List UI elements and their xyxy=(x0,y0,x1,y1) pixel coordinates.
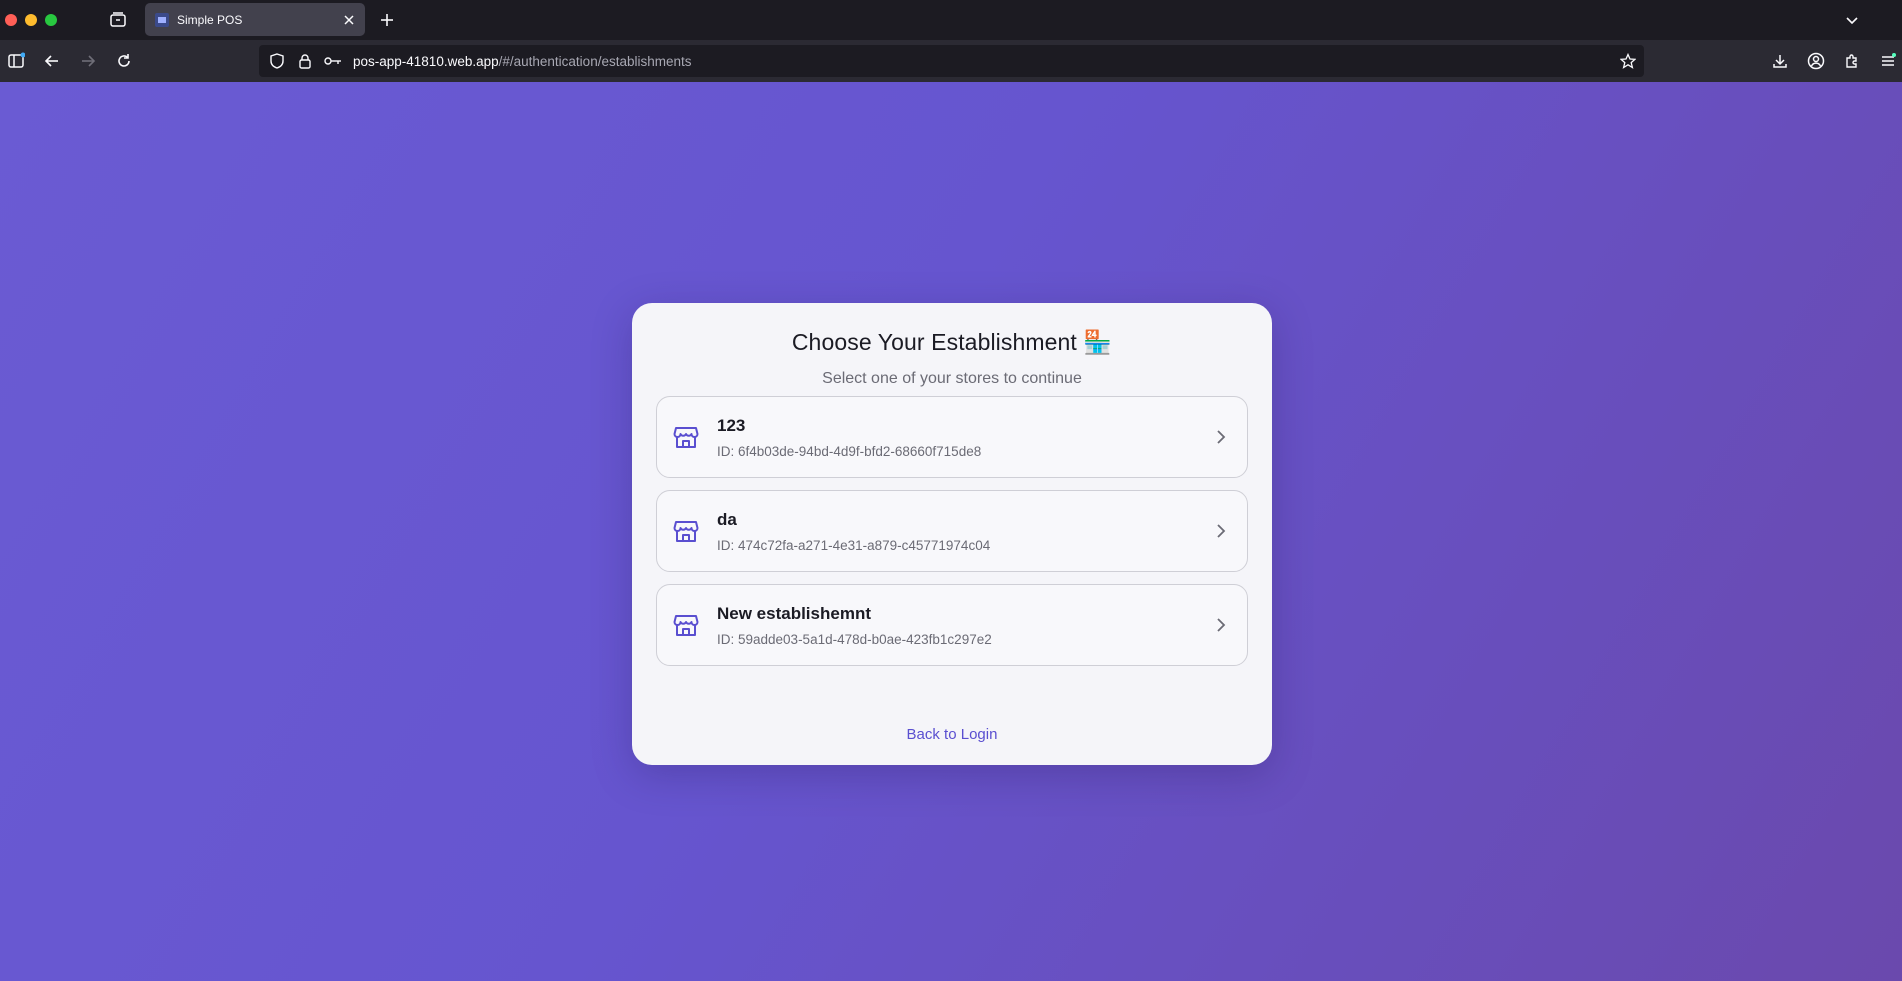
establishment-item[interactable]: New establishemnt ID: 59adde03-5a1d-478d… xyxy=(656,584,1248,666)
establishment-name: New establishemnt xyxy=(717,604,871,623)
downloads-icon[interactable] xyxy=(1768,49,1792,73)
bookmark-star-icon[interactable] xyxy=(1618,51,1638,71)
url-text[interactable]: pos-app-41810.web.app/#/authentication/e… xyxy=(353,54,692,69)
store-icon xyxy=(673,612,699,638)
url-path: /#/authentication/establishments xyxy=(498,53,692,69)
tracking-protection-shield-icon[interactable] xyxy=(267,51,287,71)
favicon-icon xyxy=(155,12,169,27)
url-host: pos-app-41810.web.app xyxy=(353,53,499,69)
sidebar-toggle-icon[interactable] xyxy=(4,49,28,73)
establishment-item[interactable]: 123 ID: 6f4b03de-94bd-4d9f-bfd2-68660f71… xyxy=(656,396,1248,478)
forward-arrow-icon[interactable] xyxy=(76,49,100,73)
establishment-item[interactable]: da ID: 474c72fa-a271-4e31-a879-c45771974… xyxy=(656,490,1248,572)
lock-icon[interactable] xyxy=(295,51,315,71)
browser-tab-strip: Simple POS xyxy=(0,0,1902,40)
tab-close-icon[interactable] xyxy=(337,8,361,32)
establishment-id: ID: 474c72fa-a271-4e31-a879-c45771974c04 xyxy=(717,538,991,553)
back-arrow-icon[interactable] xyxy=(40,49,64,73)
list-all-tabs-chevron-down-icon[interactable] xyxy=(1840,8,1864,32)
tab-overview-icon[interactable] xyxy=(106,8,130,32)
chevron-right-icon xyxy=(1211,427,1231,447)
tab-simple-pos[interactable]: Simple POS xyxy=(145,3,365,36)
address-bar[interactable]: pos-app-41810.web.app/#/authentication/e… xyxy=(259,45,1644,77)
establishment-id: ID: 6f4b03de-94bd-4d9f-bfd2-68660f715de8 xyxy=(717,444,982,459)
browser-nav-bar: pos-app-41810.web.app/#/authentication/e… xyxy=(0,40,1902,82)
page-content: Choose Your Establishment 🏪 Select one o… xyxy=(0,82,1902,981)
back-to-login-link[interactable]: Back to Login xyxy=(632,726,1272,743)
tab-title: Simple POS xyxy=(177,12,243,27)
account-icon[interactable] xyxy=(1804,49,1828,73)
store-icon xyxy=(673,518,699,544)
establishment-card: Choose Your Establishment 🏪 Select one o… xyxy=(632,303,1272,765)
window-maximize-button[interactable] xyxy=(45,14,57,26)
store-icon xyxy=(673,424,699,450)
new-tab-plus-icon[interactable] xyxy=(375,8,399,32)
chevron-right-icon xyxy=(1211,521,1231,541)
page-subtitle: Select one of your stores to continue xyxy=(822,370,1082,387)
reload-icon[interactable] xyxy=(112,49,136,73)
key-icon[interactable] xyxy=(323,51,343,71)
window-close-button[interactable] xyxy=(5,14,17,26)
establishment-name: 123 xyxy=(717,416,746,435)
extensions-puzzle-icon[interactable] xyxy=(1840,49,1864,73)
establishment-id: ID: 59adde03-5a1d-478d-b0ae-423fb1c297e2 xyxy=(717,632,992,647)
chevron-right-icon xyxy=(1211,615,1231,635)
window-minimize-button[interactable] xyxy=(25,14,37,26)
establishment-name: da xyxy=(717,510,737,529)
page-title: Choose Your Establishment 🏪 xyxy=(791,329,1113,355)
app-menu-hamburger-icon[interactable] xyxy=(1876,49,1900,73)
